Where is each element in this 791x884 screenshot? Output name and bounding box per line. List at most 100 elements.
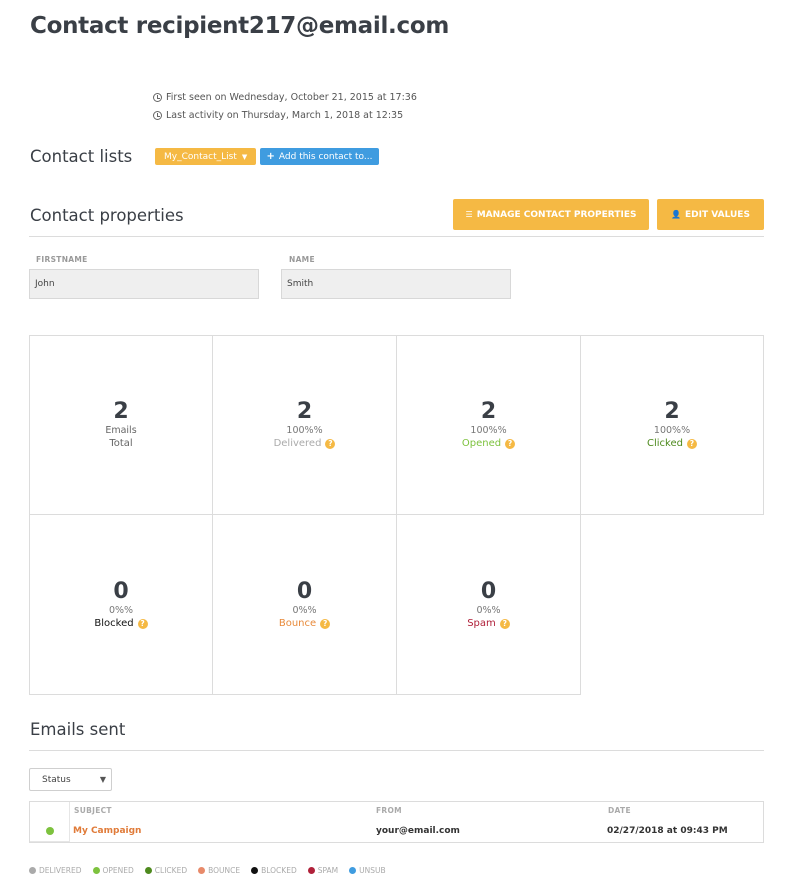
stat-label: Bounce? (278, 617, 331, 631)
stat-label-text: Delivered (273, 438, 322, 449)
stat-percent: 100%% (653, 425, 691, 436)
stat-number: 2 (113, 399, 129, 424)
plus-icon: + (266, 151, 275, 162)
stat-spam: 0 0%% Spam? (396, 514, 581, 695)
stat-label-text: Clicked (647, 438, 683, 449)
status-filter-select[interactable]: Status ▼ (29, 768, 112, 791)
legend-dot (251, 867, 259, 874)
divider (29, 750, 764, 751)
stats-grid: 2 Emails Total 2 100%% Delivered? 2 100%… (29, 335, 764, 695)
legend-dot (92, 867, 100, 874)
stat-label: Delivered? (274, 437, 336, 451)
stat-label: Opened? (461, 437, 516, 451)
stat-label-text: Total (109, 438, 133, 449)
help-icon[interactable]: ? (137, 618, 148, 629)
stat-number: 2 (296, 399, 313, 424)
help-icon[interactable]: ? (320, 618, 331, 629)
stat-opened: 2 100%% Opened? (396, 335, 581, 515)
date-header: DATE (608, 806, 631, 815)
last-activity-text: Last activity on Thursday, March 1, 2018… (166, 110, 404, 121)
edit-values-button[interactable]: 👤 EDIT VALUES (657, 199, 764, 230)
stat-blocked: 0 0%% Blocked? (29, 514, 213, 695)
first-seen-text: First seen on Wednesday, October 21, 201… (166, 92, 417, 103)
legend-dot (198, 867, 206, 874)
edit-label: EDIT VALUES (685, 209, 750, 220)
legend-item-bounce: BOUNCE (198, 866, 240, 875)
contact-list-label: My_Contact_List (164, 151, 237, 162)
legend-dot (307, 867, 315, 874)
firstname-field[interactable]: John (29, 269, 259, 299)
add-to-list-button[interactable]: + Add this contact to... (260, 148, 379, 165)
caret-down-icon: ▼ (241, 152, 248, 161)
legend-item-opened: OPENED (92, 866, 134, 875)
legend-item-unsub: UNSUB (349, 866, 386, 875)
last-activity: Last activity on Thursday, March 1, 2018… (153, 110, 403, 121)
status-column (30, 802, 70, 842)
firstname-label: FIRSTNAME (36, 255, 88, 264)
stat-percent: 100%% (286, 425, 323, 436)
legend-label: CLICKED (154, 866, 188, 875)
help-icon[interactable]: ? (686, 439, 697, 449)
legend-label: OPENED (102, 866, 134, 875)
subject-header: SUBJECT (74, 806, 112, 815)
legend-label: DELIVERED (39, 866, 82, 875)
from-header: FROM (376, 806, 402, 815)
date-cell: 02/27/2018 at 09:43 PM (607, 826, 728, 836)
stat-bounce: 0 0%% Bounce? (212, 514, 397, 695)
status-filter-value: Status (42, 774, 71, 785)
status-legend: DELIVERED OPENED CLICKED BOUNCE BLOCKED SPAM U… (29, 866, 397, 875)
legend-label: UNSUB (359, 866, 386, 875)
stat-number: 2 (480, 399, 497, 424)
legend-item-clicked: CLICKED (144, 866, 188, 875)
stat-label-text: Bounce (278, 617, 317, 629)
emails-table: SUBJECT FROM DATE My Campaign your@email… (29, 801, 764, 843)
history-icon (153, 111, 162, 120)
stat-label: Spam? (467, 617, 510, 631)
stat-clicked: 2 100%% Clicked? (580, 335, 764, 515)
legend-label: SPAM (317, 866, 339, 875)
stat-label: Clicked? (647, 437, 697, 451)
contact-list-dropdown[interactable]: My_Contact_List ▼ (155, 148, 257, 165)
divider (29, 236, 764, 237)
name-label: NAME (289, 255, 315, 264)
stat-label-text: Opened (461, 438, 502, 449)
legend-item-spam: SPAM (307, 866, 339, 875)
stat-number: 0 (296, 578, 313, 604)
stat-delivered: 2 100%% Delivered? (212, 335, 397, 515)
legend-label: BOUNCE (208, 866, 241, 875)
stat-percent: 0%% (292, 604, 317, 616)
from-cell: your@email.com (376, 826, 460, 836)
help-icon[interactable]: ? (505, 439, 516, 449)
caret-down-icon: ▼ (99, 775, 106, 784)
stat-label: Blocked? (94, 617, 148, 631)
legend-item-delivered: DELIVERED (29, 866, 82, 875)
contact-properties-heading: Contact properties (30, 206, 184, 225)
stat-label: Total (109, 437, 132, 451)
manage-contact-properties-button[interactable]: ☰ MANAGE CONTACT PROPERTIES (453, 199, 649, 230)
help-icon[interactable]: ? (325, 439, 336, 449)
add-to-list-label: Add this contact to... (278, 151, 373, 162)
user-icon: 👤 (671, 210, 682, 219)
subject-link[interactable]: My Campaign (73, 826, 141, 836)
contact-lists-heading: Contact lists (30, 147, 133, 166)
name-field[interactable]: Smith (281, 269, 511, 299)
legend-item-blocked: BLOCKED (251, 866, 297, 875)
legend-label: BLOCKED (261, 866, 297, 875)
first-seen: First seen on Wednesday, October 21, 201… (153, 92, 417, 103)
legend-dot (144, 867, 152, 874)
stat-percent: 0%% (476, 604, 501, 616)
status-dot (46, 827, 54, 835)
clock-icon (153, 93, 162, 102)
stat-number: 0 (480, 578, 497, 604)
stat-percent: 100%% (470, 425, 507, 436)
stat-line1: Emails (105, 425, 137, 436)
page-title: Contact recipient217@email.com (30, 13, 449, 39)
emails-sent-heading: Emails sent (30, 720, 126, 739)
manage-label: MANAGE CONTACT PROPERTIES (476, 209, 637, 220)
stat-percent: 0%% (108, 604, 134, 616)
help-icon[interactable]: ? (499, 618, 510, 629)
stat-emails-total: 2 Emails Total (29, 335, 213, 515)
stat-number: 0 (113, 578, 129, 604)
list-icon: ☰ (465, 210, 473, 219)
stat-number: 2 (664, 399, 680, 424)
